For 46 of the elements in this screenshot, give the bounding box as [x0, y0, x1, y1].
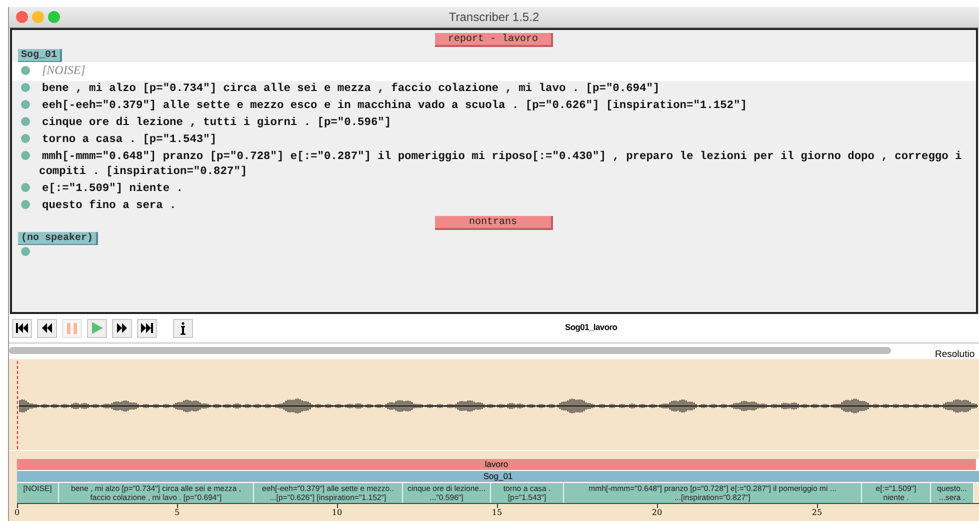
- axis-label: 10: [332, 508, 342, 517]
- fast-forward-icon: [117, 323, 127, 333]
- section-button[interactable]: nontrans: [435, 216, 553, 230]
- speaker-button[interactable]: Sog_01: [18, 49, 62, 62]
- sync-dot[interactable]: [21, 183, 30, 192]
- minimize-button[interactable]: [32, 11, 44, 23]
- sync-dot[interactable]: [21, 100, 30, 109]
- axis-label: 15: [492, 508, 502, 517]
- skip-end-icon: [141, 323, 153, 333]
- sync-dot[interactable]: [21, 200, 30, 209]
- speaker-tier-label[interactable]: Sog_01: [483, 471, 513, 481]
- axis-label: 0: [14, 508, 20, 517]
- forward-button[interactable]: [112, 318, 132, 338]
- info-button[interactable]: [173, 318, 193, 338]
- window-title: Transcriber 1.5.2: [448, 10, 540, 24]
- file-name: Sog01_lavoro: [565, 322, 618, 332]
- resolution-label: Resolutio: [935, 349, 975, 360]
- zoom-button[interactable]: [48, 11, 60, 23]
- speaker-button[interactable]: (no speaker): [18, 232, 98, 245]
- axis-label: 20: [652, 508, 662, 517]
- sync-dot[interactable]: [21, 151, 30, 160]
- rewind-button[interactable]: [37, 318, 57, 338]
- rewind-icon: [42, 323, 52, 333]
- skip-start-icon: [16, 323, 28, 333]
- axis-label: 5: [174, 508, 180, 517]
- sync-dot[interactable]: [21, 83, 30, 92]
- transcript-line: questo fino a sera .: [42, 200, 176, 212]
- close-button[interactable]: [16, 11, 28, 23]
- section-tier-label[interactable]: lavoro: [484, 459, 508, 469]
- transcript-line: cinque ore di lezione , tutti i giorni . [p="0.596"]: [42, 117, 392, 129]
- play-icon: [91, 322, 103, 334]
- noise-event: [NOISE]: [42, 63, 86, 77]
- transcript-line: torno a casa . [p="1.543"]: [42, 134, 217, 146]
- transcript-line: bene , mi alzo [p="0.734"] circa alle sei e mezza , faccio colazione , mi lavo . [p="0.694"]: [42, 83, 660, 95]
- section-button[interactable]: report - lavoro: [435, 33, 553, 47]
- play-button[interactable]: [87, 318, 107, 338]
- sync-dot[interactable]: [21, 247, 30, 256]
- sync-dot[interactable]: [21, 66, 30, 75]
- transcript-line: eeh[-eeh="0.379"] alle sette e mezzo esco e in macchina vado a scuola . [p="0.626"] [inspiration="1.152"]: [42, 100, 747, 112]
- transcript-line: e[:="1.509"] niente .: [42, 183, 183, 195]
- info-icon: [180, 322, 186, 334]
- sync-dot[interactable]: [21, 134, 30, 143]
- sync-dot[interactable]: [21, 117, 30, 126]
- pause-icon: [67, 322, 77, 334]
- scrollbar-thumb[interactable]: [9, 347, 891, 354]
- axis-label: 25: [812, 508, 822, 517]
